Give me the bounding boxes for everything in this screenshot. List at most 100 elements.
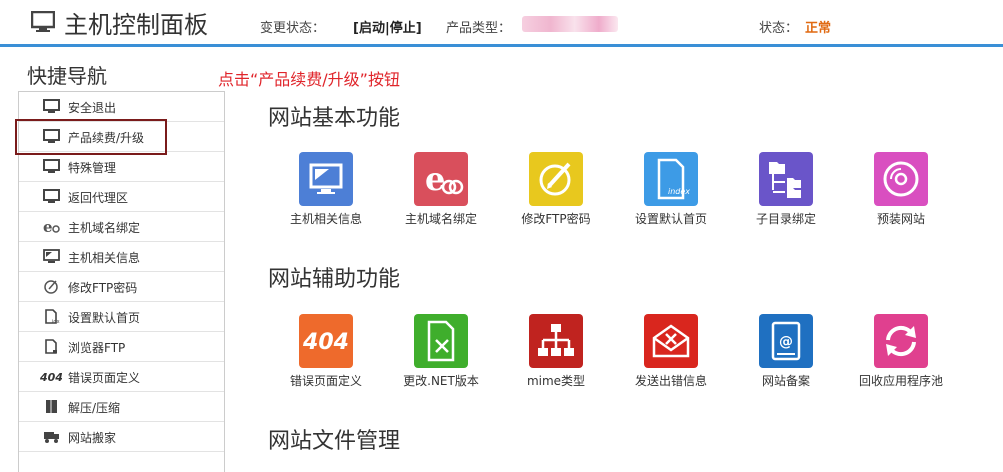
sidebar-item-label: 特殊管理 bbox=[68, 161, 117, 175]
tile-icon-box bbox=[529, 152, 583, 206]
monitor-icon bbox=[43, 99, 60, 113]
index-page-icon: index bbox=[657, 158, 690, 200]
tile-icon-box: @ bbox=[759, 314, 813, 368]
edit-icon bbox=[44, 280, 58, 294]
sidebar-item-special-management[interactable]: 特殊管理 bbox=[19, 152, 224, 182]
tile-label: 设置默认首页 bbox=[634, 212, 707, 226]
domain-binding-icon: e bbox=[43, 219, 60, 234]
monitor-icon bbox=[31, 11, 55, 32]
sidebar-item-label: 返回代理区 bbox=[68, 191, 129, 205]
tile-icon-box bbox=[874, 314, 928, 368]
monitor-icon bbox=[43, 159, 60, 173]
document-icon: idx bbox=[45, 309, 60, 324]
tile-domain-binding[interactable]: e 主机域名绑定 bbox=[386, 152, 496, 232]
product-type-value-blurred bbox=[522, 16, 618, 32]
tile-icon-box: 404 bbox=[299, 314, 353, 368]
host-info-icon bbox=[43, 249, 60, 263]
svg-text:e: e bbox=[43, 219, 53, 234]
tile-icon-box bbox=[414, 314, 468, 368]
tile-icon-box bbox=[759, 152, 813, 206]
sidebar-item-back-to-agent[interactable]: 返回代理区 bbox=[19, 182, 224, 212]
sidebar-item-ftp-password[interactable]: 修改FTP密码 bbox=[19, 272, 224, 302]
tile-net-version[interactable]: 更改.NET版本 bbox=[386, 314, 496, 394]
sidebar-item-label: 修改FTP密码 bbox=[68, 281, 138, 295]
sidebar-item-site-move[interactable]: 网站搬家 bbox=[19, 422, 224, 452]
tile-label: 回收应用程序池 bbox=[858, 374, 943, 388]
tile-icon-box bbox=[529, 314, 583, 368]
tile-label: 预装网站 bbox=[876, 212, 925, 226]
tile-error-page[interactable]: 404 错误页面定义 bbox=[271, 314, 381, 394]
tile-subdir-binding[interactable]: 子目录绑定 bbox=[731, 152, 841, 232]
tile-label: 子目录绑定 bbox=[755, 212, 816, 226]
tile-icon-box bbox=[644, 314, 698, 368]
sidebar-item-label: 浏览器FTP bbox=[68, 341, 126, 355]
svg-text:e: e bbox=[425, 160, 445, 198]
section-title-aux: 网站辅助功能 bbox=[268, 267, 401, 292]
monitor-icon bbox=[43, 189, 60, 203]
sidebar-title: 快捷导航 bbox=[27, 64, 107, 88]
tile-label: 网站备案 bbox=[761, 374, 810, 388]
tile-label: 修改FTP密码 bbox=[521, 212, 591, 226]
truck-icon bbox=[44, 432, 59, 443]
tile-host-info[interactable]: 主机相关信息 bbox=[271, 152, 381, 232]
tile-label: 发送出错信息 bbox=[634, 374, 707, 388]
svg-text:404: 404 bbox=[40, 371, 62, 384]
net-version-icon bbox=[427, 320, 455, 362]
error-404-glyph: 404 bbox=[302, 330, 349, 355]
change-status-label: 变更状态： bbox=[260, 21, 326, 36]
svg-text:@: @ bbox=[779, 334, 793, 350]
tile-icon-box bbox=[299, 152, 353, 206]
tile-label: mime类型 bbox=[526, 374, 586, 388]
sidebar-item-unzip[interactable]: 解压/压缩 bbox=[19, 392, 224, 422]
sidebar-item-error-page[interactable]: 404 错误页面定义 bbox=[19, 362, 224, 392]
page-title: 主机控制面板 bbox=[64, 11, 208, 39]
section-title-files: 网站文件管理 bbox=[268, 429, 401, 454]
sidebar-item-label: 设置默认首页 bbox=[68, 311, 141, 325]
address-book-icon: @ bbox=[771, 321, 801, 361]
tile-icon-box bbox=[874, 152, 928, 206]
tile-label: 主机域名绑定 bbox=[404, 212, 477, 226]
document-icon bbox=[45, 339, 57, 354]
sidebar-item-label: 错误页面定义 bbox=[68, 371, 141, 385]
tile-ftp-password[interactable]: 修改FTP密码 bbox=[501, 152, 611, 232]
tile-site-filing[interactable]: @ 网站备案 bbox=[731, 314, 841, 394]
sidebar-item-browser-ftp[interactable]: 浏览器FTP bbox=[19, 332, 224, 362]
svg-text:index: index bbox=[668, 187, 690, 196]
sitemap-icon bbox=[538, 324, 574, 356]
annotation-text: 点击“产品续费/升级”按钮 bbox=[218, 70, 400, 89]
annotation-highlight-box bbox=[15, 119, 167, 155]
tile-label: 错误页面定义 bbox=[289, 374, 362, 388]
tile-icon-box: e bbox=[414, 152, 468, 206]
sidebar-item-label: 主机域名绑定 bbox=[68, 221, 141, 235]
tile-default-page[interactable]: index 设置默认首页 bbox=[616, 152, 726, 232]
error-404-icon: 404 bbox=[302, 330, 349, 355]
status-value: 正常 bbox=[805, 21, 832, 36]
sidebar-item-domain-binding[interactable]: e 主机域名绑定 bbox=[19, 212, 224, 242]
error-404-icon: 404 bbox=[40, 371, 62, 384]
section-title-basic: 网站基本功能 bbox=[268, 106, 401, 131]
tile-label: 更改.NET版本 bbox=[403, 374, 479, 388]
domain-binding-icon: e bbox=[425, 160, 464, 198]
host-info-icon bbox=[309, 163, 343, 194]
tile-preinstall-site[interactable]: 预装网站 bbox=[846, 152, 956, 232]
sidebar-item-label: 安全退出 bbox=[68, 101, 117, 115]
start-stop-controls[interactable]: [启动|停止] bbox=[353, 17, 422, 36]
status-label: 状态： bbox=[759, 21, 799, 36]
sidebar-item-label: 主机相关信息 bbox=[68, 251, 141, 265]
product-type-label: 产品类型： bbox=[446, 21, 512, 36]
tile-send-error-info[interactable]: 发送出错信息 bbox=[616, 314, 726, 394]
recycle-icon bbox=[886, 325, 916, 357]
sidebar-item-logout[interactable]: 安全退出 bbox=[19, 92, 224, 122]
tile-mime-type[interactable]: mime类型 bbox=[501, 314, 611, 394]
tile-recycle-app-pool[interactable]: 回收应用程序池 bbox=[846, 314, 956, 394]
sidebar-item-host-info[interactable]: 主机相关信息 bbox=[19, 242, 224, 272]
svg-text:idx: idx bbox=[52, 319, 60, 324]
subfolder-icon bbox=[769, 162, 801, 198]
header-bar: 主机控制面板 变更状态： [启动|停止] 产品类型： 状态： 正常 bbox=[0, 0, 1003, 47]
edit-icon bbox=[539, 162, 571, 196]
disc-icon bbox=[883, 161, 919, 197]
tile-label: 主机相关信息 bbox=[289, 212, 362, 226]
tile-icon-box: index bbox=[644, 152, 698, 206]
sidebar-item-default-page[interactable]: idx 设置默认首页 bbox=[19, 302, 224, 332]
mail-icon bbox=[652, 324, 690, 358]
